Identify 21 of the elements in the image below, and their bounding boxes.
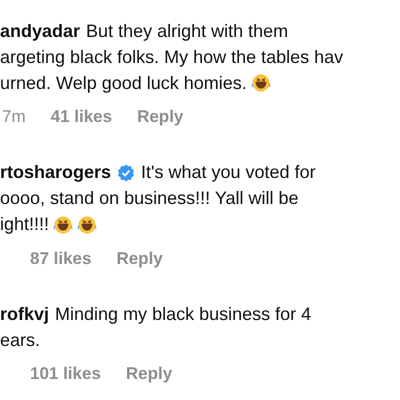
- comment-text: Minding my black business for 4: [55, 302, 312, 326]
- comment-text: oooo, stand on business!!! Yall will be: [0, 187, 299, 210]
- username[interactable]: rofkvj: [0, 300, 50, 328]
- reply-button[interactable]: Reply: [126, 361, 172, 386]
- username[interactable]: andyadar: [0, 18, 80, 44]
- likes-count[interactable]: 41 likes: [50, 104, 112, 130]
- comment-text: urned. Welp good luck homies.: [0, 72, 247, 95]
- comment-text: ight!!!!: [0, 213, 50, 236]
- laughing-emoji-icon: [250, 73, 271, 93]
- likes-count[interactable]: 87 likes: [30, 246, 92, 271]
- comment-text: But they alright with them: [86, 20, 288, 43]
- laughing-emoji-icon: [77, 214, 98, 234]
- comment-time: 7m: [2, 106, 26, 128]
- username[interactable]: rtosharogers: [0, 159, 112, 186]
- reply-button[interactable]: Reply: [116, 246, 163, 271]
- comment-text: argeting black folks. My how the tables hav: [0, 46, 344, 69]
- comment-text: ears.: [0, 328, 40, 352]
- laughing-emoji-icon: [53, 214, 74, 234]
- likes-count[interactable]: 101 likes: [30, 361, 101, 386]
- comment-text: It's what you voted for: [141, 161, 316, 184]
- reply-button[interactable]: Reply: [137, 104, 184, 130]
